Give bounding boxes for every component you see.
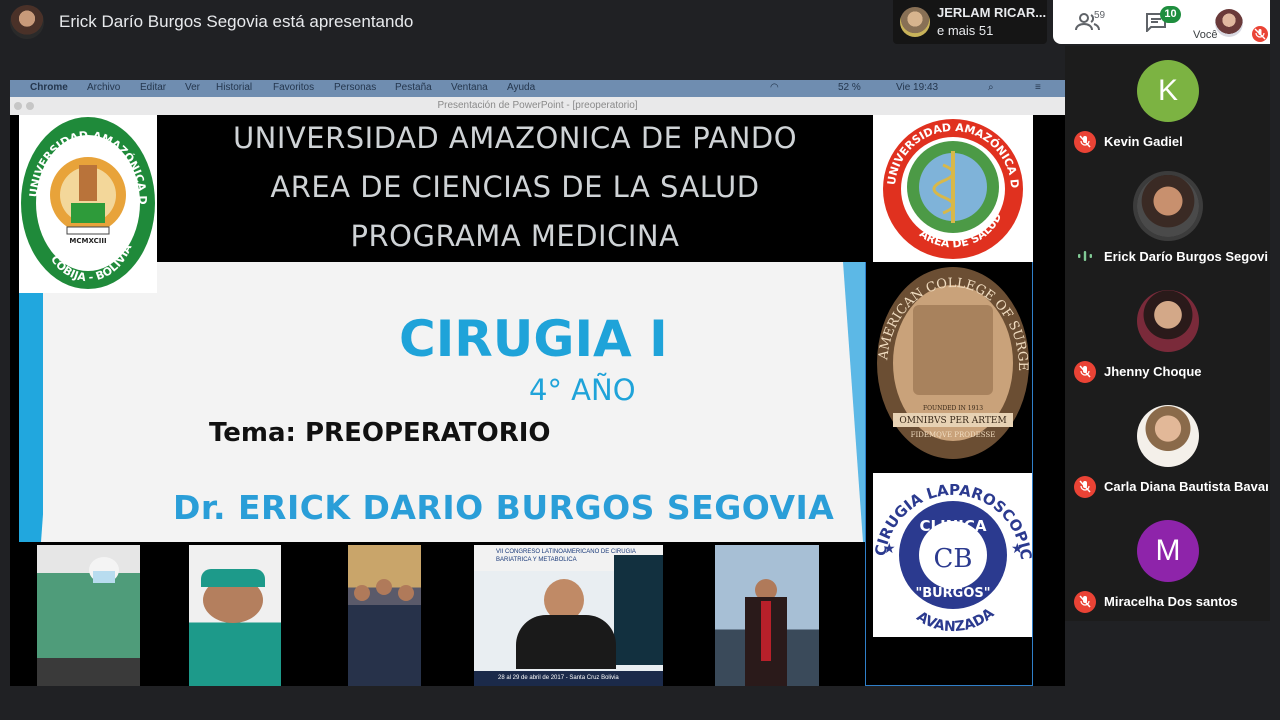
self-label: Você [1193,29,1218,41]
mic-off-icon [1074,591,1096,613]
participant-tile[interactable]: K Kevin Gadiel [1065,46,1270,161]
presenter-avatar [10,5,44,39]
menu-item-personas: Personas [334,82,377,93]
menu-item-historial: Historial [216,82,253,93]
presenting-status: Erick Darío Burgos Segovia está apresent… [59,12,414,31]
mac-menu-bar: Chrome Archivo Editar Ver Historial Favo… [10,80,1065,97]
wifi-icon: ◠ [770,82,779,93]
participants-panel: K Kevin Gadiel Erick Darío Burgos Segovi… [1065,46,1270,621]
avatar [1137,405,1199,467]
raised-hand-more: e mais 51 [937,23,994,38]
menu-item-editar: Editar [140,82,167,93]
menu-clock: Vie 19:43 [896,82,939,93]
menu-item-favoritos: Favoritos [273,82,315,93]
participant-name: Carla Diana Bautista Bavar... [1104,479,1268,494]
avatar [1137,175,1199,237]
participant-name: Jhenny Choque [1104,364,1202,379]
group-photo [348,545,421,686]
course-title: CIRUGIA I [399,310,668,368]
shared-screen: Chrome Archivo Editar Ver Historial Favo… [10,80,1065,686]
participant-tile[interactable]: Jhenny Choque [1065,276,1270,391]
health-area-name: AREA DE CIENCIAS DE LA SALUD [270,170,760,204]
participant-name: Miracelha Dos santos [1104,594,1238,609]
people-count: 59 [1094,10,1106,21]
window-titlebar: Presentación de PowerPoint - [preoperato… [10,97,1065,115]
speaking-icon [1078,251,1092,261]
window-title: Presentación de PowerPoint - [preoperato… [437,100,638,111]
menu-item-ayuda: Ayuda [507,82,536,93]
chat-badge: 10 [1160,6,1181,23]
menu-item-archivo: Archivo [87,82,121,93]
health-area-logo: UNIVERSIDAD AMAZÓNICA DE PANDO ÁREA DE S… [868,105,1033,262]
graduation-photo [715,545,819,686]
university-name: UNIVERSIDAD AMAZONICA DE PANDO [232,121,798,155]
topic-title: Tema: PREOPERATORIO [209,418,551,448]
menu-item-ventana: Ventana [451,82,488,93]
battery-level: 52 % [838,82,861,93]
participant-name: Erick Darío Burgos Segovia [1104,249,1268,264]
surgery-photo [37,545,140,686]
raised-hand-notice[interactable]: JERLAM RICAR... e mais 51 [893,0,1047,44]
menu-item-pestana: Pestaña [395,82,432,93]
avatar: K [1137,60,1199,122]
participant-tile[interactable]: Carla Diana Bautista Bavar... [1065,391,1270,506]
svg-text:MCMXCIII: MCMXCIII [69,237,106,245]
column-frame [865,262,1033,686]
congress-photo: VII CONGRESO LATINOAMERICANO DE CIRUGIA … [474,545,663,686]
program-name: PROGRAMA MEDICINA [350,219,680,253]
avatar: M [1137,520,1199,582]
mic-off-icon [1074,131,1096,153]
list-icon: ≡ [1035,82,1041,93]
bottom-bar [0,686,1280,720]
slide-header: UNIVERSIDAD AMAZONICA DE PANDO AREA DE C… [157,115,873,262]
mic-off-icon [1252,26,1268,42]
raised-hand-name: JERLAM RICAR... [937,5,1047,20]
presentation-slide: UNIVERSIDAD AMAZONICA DE PANDO AREA DE C… [14,105,1035,686]
meeting-controls: 59 10 Você [1053,0,1270,44]
participant-tile[interactable]: M Miracelha Dos santos [1065,506,1270,621]
university-logo: UNIVERSIDAD AMAZÓNICA DE PANDO COBIJA - … [14,105,157,293]
mic-off-icon [1074,361,1096,383]
participant-tile[interactable]: Erick Darío Burgos Segovia [1065,161,1270,276]
search-icon: ⌕ [988,82,994,93]
menu-item-chrome: Chrome [30,82,68,93]
top-bar: Erick Darío Burgos Segovia está apresent… [0,0,1280,46]
presenter-name: Dr. ERICK DARIO BURGOS SEGOVIA [173,488,835,527]
course-year: 4° AÑO [529,373,636,407]
scrubs-photo [189,545,281,686]
avatar [1137,290,1199,352]
menu-item-ver: Ver [185,82,201,93]
self-avatar[interactable] [1215,9,1243,37]
mic-off-icon [1074,476,1096,498]
participant-name: Kevin Gadiel [1104,134,1183,149]
avatar [900,7,930,37]
